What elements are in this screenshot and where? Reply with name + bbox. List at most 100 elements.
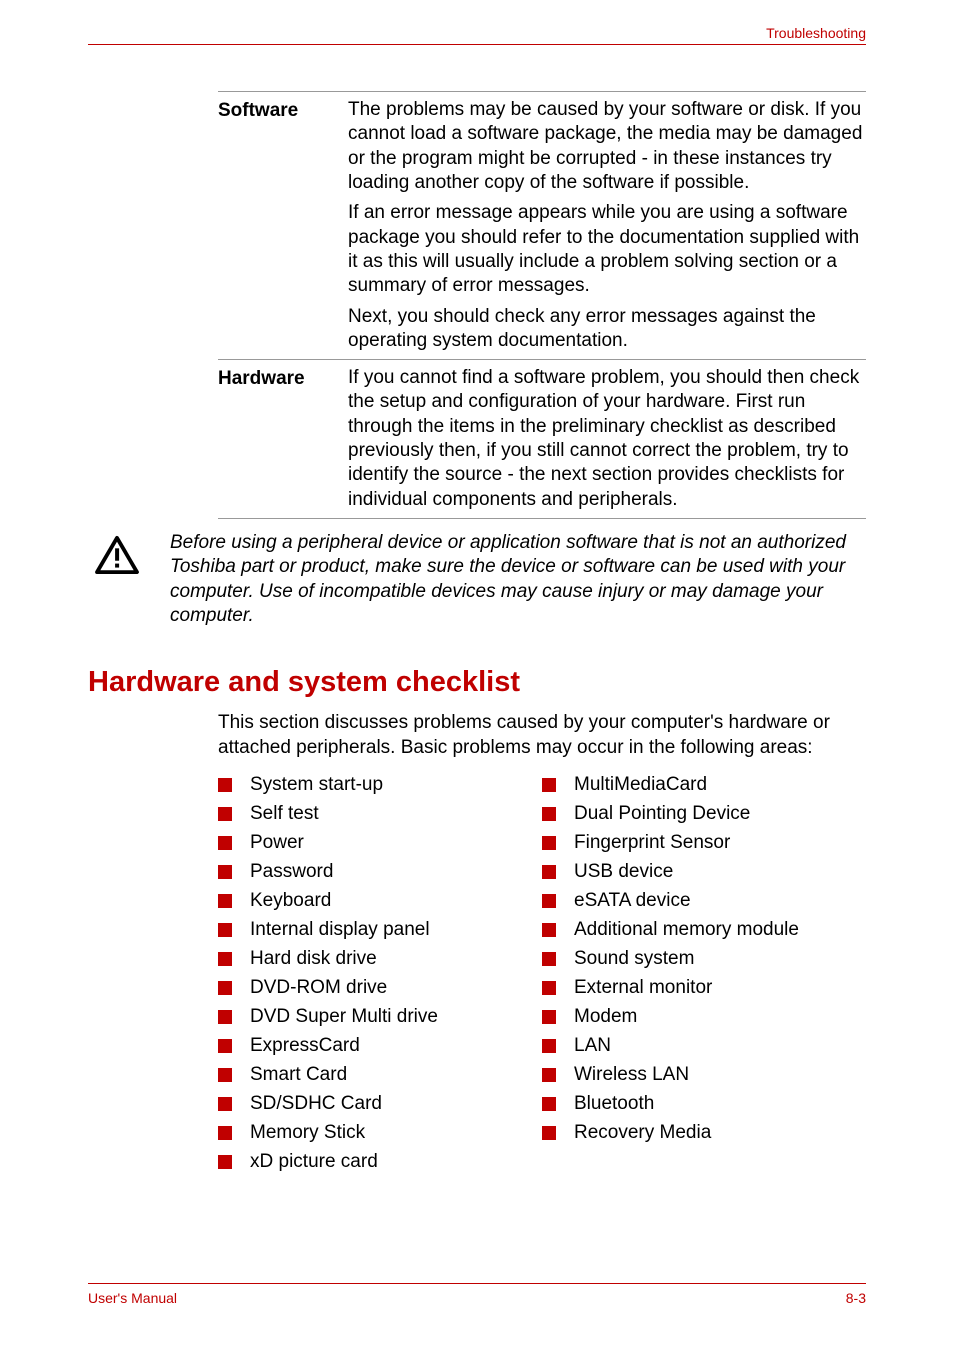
row-label-hardware: Hardware [218, 366, 348, 512]
checklist-columns: System start-up Self test Power Password Key… [218, 774, 866, 1180]
checklist-left-column: System start-up Self test Power Password Key… [218, 774, 542, 1180]
list-item-label: Smart Card [250, 1064, 347, 1086]
list-item: Password [218, 861, 542, 883]
bullet-icon [542, 1068, 556, 1082]
list-item-label: xD picture card [250, 1151, 378, 1173]
list-item: Sound system [542, 948, 866, 970]
list-item-label: DVD Super Multi drive [250, 1006, 438, 1028]
header-rule: Troubleshooting [88, 44, 866, 45]
list-item: Memory Stick [218, 1122, 542, 1144]
bullet-icon [218, 1126, 232, 1140]
list-item-label: Internal display panel [250, 919, 430, 941]
list-item: Additional memory module [542, 919, 866, 941]
caution-icon [88, 531, 140, 580]
list-item-label: MultiMediaCard [574, 774, 707, 796]
bullet-icon [542, 1126, 556, 1140]
list-item-label: ExpressCard [250, 1035, 360, 1057]
bullet-icon [218, 865, 232, 879]
checklist-right-column: MultiMediaCard Dual Pointing Device Finger… [542, 774, 866, 1180]
list-item: Internal display panel [218, 919, 542, 941]
bullet-icon [218, 807, 232, 821]
bullet-icon [218, 1097, 232, 1111]
list-item-label: Additional memory module [574, 919, 799, 941]
table-row: Software The problems may be caused by y… [218, 91, 866, 359]
list-item: Bluetooth [542, 1093, 866, 1115]
list-item: Power [218, 832, 542, 854]
section-heading: Hardware and system checklist [88, 666, 866, 699]
bullet-icon [542, 1010, 556, 1024]
list-item-label: Hard disk drive [250, 948, 377, 970]
list-item: Recovery Media [542, 1122, 866, 1144]
list-item: USB device [542, 861, 866, 883]
footer: User's Manual 8-3 [88, 1283, 866, 1306]
list-item-label: Memory Stick [250, 1122, 365, 1144]
list-item-label: eSATA device [574, 890, 691, 912]
list-item: xD picture card [218, 1151, 542, 1173]
list-item: Dual Pointing Device [542, 803, 866, 825]
list-item: DVD Super Multi drive [218, 1006, 542, 1028]
list-item-label: Modem [574, 1006, 637, 1028]
list-item-label: SD/SDHC Card [250, 1093, 382, 1115]
bullet-icon [218, 952, 232, 966]
bullet-icon [542, 923, 556, 937]
list-item-label: LAN [574, 1035, 611, 1057]
table-row: Hardware If you cannot find a software p… [218, 359, 866, 519]
list-item: MultiMediaCard [542, 774, 866, 796]
list-item-label: System start-up [250, 774, 383, 796]
row-body-hardware: If you cannot find a software problem, y… [348, 366, 866, 512]
troubleshoot-table: Software The problems may be caused by y… [218, 91, 866, 519]
list-item: Smart Card [218, 1064, 542, 1086]
list-item: SD/SDHC Card [218, 1093, 542, 1115]
list-item: LAN [542, 1035, 866, 1057]
list-item: Fingerprint Sensor [542, 832, 866, 854]
row-body-software: The problems may be caused by your softw… [348, 98, 866, 353]
bullet-icon [218, 1039, 232, 1053]
bullet-icon [542, 1039, 556, 1053]
list-item-label: Keyboard [250, 890, 331, 912]
list-item-label: USB device [574, 861, 673, 883]
list-item: Keyboard [218, 890, 542, 912]
list-item: Modem [542, 1006, 866, 1028]
paragraph: If you cannot find a software problem, y… [348, 366, 866, 512]
bullet-icon [542, 894, 556, 908]
bullet-icon [218, 981, 232, 995]
bullet-icon [542, 1097, 556, 1111]
bullet-icon [218, 778, 232, 792]
list-item: Hard disk drive [218, 948, 542, 970]
bullet-icon [542, 865, 556, 879]
footer-left: User's Manual [88, 1290, 177, 1306]
caution-text: Before using a peripheral device or appl… [140, 531, 866, 628]
row-label-software: Software [218, 98, 348, 353]
paragraph: The problems may be caused by your softw… [348, 98, 866, 195]
bullet-icon [218, 923, 232, 937]
bullet-icon [542, 778, 556, 792]
section-intro: This section discusses problems caused b… [218, 711, 866, 760]
bullet-icon [218, 1155, 232, 1169]
paragraph: If an error message appears while you ar… [348, 201, 866, 298]
header-section-title: Troubleshooting [766, 25, 866, 41]
list-item: External monitor [542, 977, 866, 999]
list-item-label: DVD-ROM drive [250, 977, 387, 999]
paragraph: Next, you should check any error message… [348, 305, 866, 354]
list-item-label: Wireless LAN [574, 1064, 689, 1086]
bullet-icon [542, 952, 556, 966]
footer-right: 8-3 [846, 1290, 866, 1306]
list-item-label: Fingerprint Sensor [574, 832, 730, 854]
list-item: DVD-ROM drive [218, 977, 542, 999]
list-item-label: Power [250, 832, 304, 854]
caution-block: Before using a peripheral device or appl… [88, 531, 866, 628]
list-item-label: Recovery Media [574, 1122, 711, 1144]
list-item-label: External monitor [574, 977, 712, 999]
list-item-label: Dual Pointing Device [574, 803, 750, 825]
bullet-icon [218, 836, 232, 850]
list-item-label: Bluetooth [574, 1093, 654, 1115]
bullet-icon [218, 1010, 232, 1024]
bullet-icon [542, 836, 556, 850]
bullet-icon [218, 1068, 232, 1082]
bullet-icon [542, 807, 556, 821]
list-item: Self test [218, 803, 542, 825]
list-item-label: Sound system [574, 948, 694, 970]
list-item: ExpressCard [218, 1035, 542, 1057]
list-item: System start-up [218, 774, 542, 796]
list-item-label: Password [250, 861, 333, 883]
